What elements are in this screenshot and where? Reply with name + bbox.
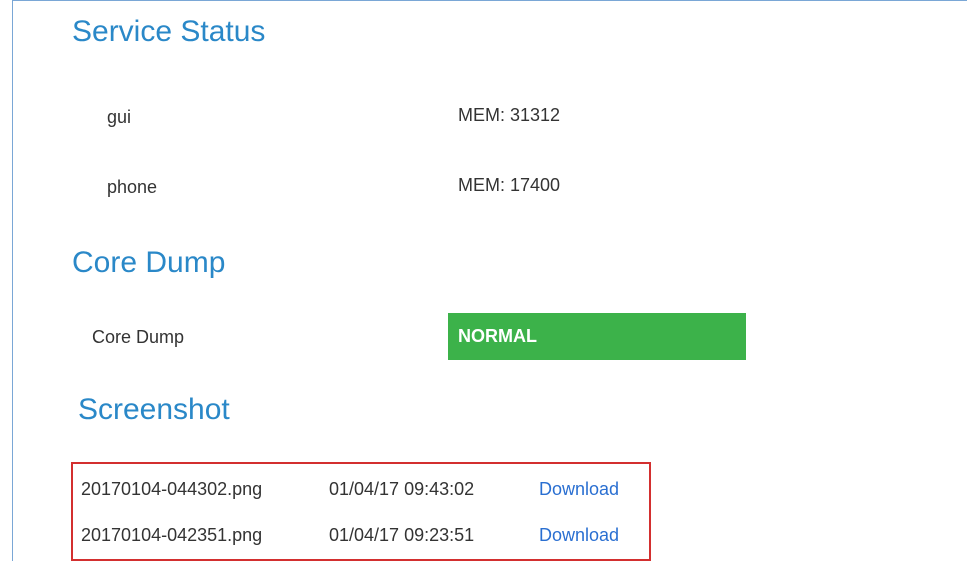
screenshot-row: 20170104-042351.png 01/04/17 09:23:51 Do… <box>81 522 641 548</box>
screenshot-timestamp: 01/04/17 09:23:51 <box>329 525 475 545</box>
screenshot-filename: 20170104-044302.png <box>81 479 263 499</box>
screenshot-row: 20170104-044302.png 01/04/17 09:43:02 Do… <box>81 476 641 502</box>
service-name: gui <box>107 107 132 127</box>
service-name: phone <box>107 177 158 197</box>
service-memory: MEM: 17400 <box>458 175 561 195</box>
screenshot-heading: Screenshot <box>78 393 230 426</box>
service-status-heading: Service Status <box>72 15 266 48</box>
core-dump-label: Core Dump <box>92 327 185 347</box>
screenshot-list: 20170104-044302.png 01/04/17 09:43:02 Do… <box>71 462 651 561</box>
screenshot-filename: 20170104-042351.png <box>81 525 263 545</box>
screenshot-timestamp: 01/04/17 09:43:02 <box>329 479 475 499</box>
download-link[interactable]: Download <box>539 476 619 502</box>
core-dump-status-badge: NORMAL <box>448 313 746 360</box>
core-dump-heading: Core Dump <box>72 246 226 279</box>
service-memory: MEM: 31312 <box>458 105 561 125</box>
download-link[interactable]: Download <box>539 522 619 548</box>
